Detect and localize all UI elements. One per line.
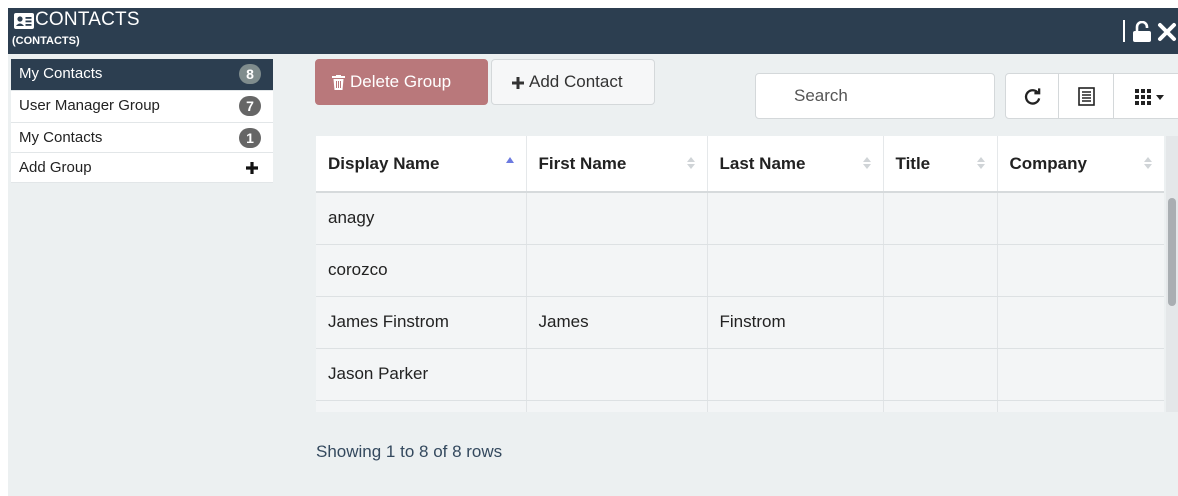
unlock-icon[interactable] [1132,21,1152,43]
cell-company [997,400,1164,412]
cell-last-name: Finstrom [707,296,884,349]
delete-group-label: Delete Group [350,72,452,91]
contacts-window: CONTACTS (CONTACTS) My Contacts 8 User M… [8,8,1178,496]
cell-company [997,296,1164,349]
toggle-view-button[interactable] [1058,73,1114,119]
table-row[interactable]: corozco [316,244,1164,297]
column-header-label: First Name [538,153,627,173]
column-header-company[interactable]: Company [997,136,1164,193]
cell-display-name: Jason Parker [316,348,527,401]
column-header-label: Title [895,153,931,173]
close-icon[interactable] [1157,22,1177,42]
cell-first-name [526,192,708,245]
cell-company [997,348,1164,401]
group-label: User Manager Group [19,97,160,114]
cell-title [883,296,998,349]
group-count-badge: 7 [239,96,261,116]
cell-last-name [707,192,884,245]
group-count-badge: 1 [239,128,261,148]
group-label: My Contacts [19,65,103,82]
title-divider [1123,20,1125,42]
table-row[interactable]: James Finstrom James Finstrom [316,296,1164,349]
columns-dropdown-button[interactable] [1113,73,1178,119]
cell-company [997,244,1164,297]
sidebar-group-my-contacts-2[interactable]: My Contacts 1 [11,123,273,153]
cell-company [997,192,1164,245]
sort-both-icon [862,157,871,169]
cell-last-name [707,348,884,401]
table-scrollbar[interactable] [1166,136,1178,412]
cell-display-name: corozco [316,244,527,297]
table-row[interactable]: anagy [316,192,1164,245]
group-sidebar: My Contacts 8 User Manager Group 7 My Co… [11,59,273,183]
table-header-row: Display Name First Name Last Name Title … [316,136,1164,193]
group-count-badge: 8 [239,64,261,84]
list-view-icon [1078,87,1095,106]
refresh-icon [1024,88,1041,105]
cell-title [883,192,998,245]
cell-display-name [316,400,527,412]
cell-last-name [707,400,884,412]
column-header-label: Company [1009,153,1087,173]
contacts-table: Display Name First Name Last Name Title … [316,136,1164,412]
grid-columns-icon [1135,89,1151,105]
table-row[interactable]: Jason Parker [316,348,1164,401]
window-title: CONTACTS [35,9,140,30]
sidebar-add-group[interactable]: Add Group [11,153,273,183]
cell-first-name [526,400,708,412]
column-header-first-name[interactable]: First Name [526,136,708,193]
plus-icon [512,77,524,89]
cell-title [883,400,998,412]
add-contact-button[interactable]: Add Contact [491,59,655,105]
refresh-button[interactable] [1005,73,1059,119]
add-contact-label: Add Contact [529,72,623,91]
group-label: Add Group [19,159,92,176]
cell-title [883,244,998,297]
column-header-label: Display Name [328,153,440,173]
sort-both-icon [1143,157,1152,169]
search-input[interactable] [755,73,995,119]
plus-icon [246,162,258,174]
cell-display-name: James Finstrom [316,296,527,349]
sort-both-icon [686,157,695,169]
scrollbar-thumb[interactable] [1168,198,1176,306]
sort-ascending-icon [505,157,514,163]
window-subtitle: (CONTACTS) [12,35,80,47]
cell-display-name: anagy [316,192,527,245]
column-header-label: Last Name [719,153,806,173]
delete-group-button[interactable]: Delete Group [315,59,488,105]
address-card-icon [14,13,34,29]
trash-icon [332,75,345,90]
cell-title [883,348,998,401]
sort-both-icon [976,157,985,169]
chevron-down-icon [1156,95,1164,100]
column-header-display-name[interactable]: Display Name [316,136,527,193]
cell-first-name: James [526,296,708,349]
sidebar-group-user-manager[interactable]: User Manager Group 7 [11,91,273,123]
cell-first-name [526,244,708,297]
pagination-summary: Showing 1 to 8 of 8 rows [316,442,503,461]
cell-first-name [526,348,708,401]
cell-last-name [707,244,884,297]
column-header-title[interactable]: Title [883,136,998,193]
group-label: My Contacts [19,129,103,146]
sidebar-group-my-contacts[interactable]: My Contacts 8 [11,59,273,91]
table-row[interactable] [316,400,1164,412]
column-header-last-name[interactable]: Last Name [707,136,884,193]
title-bar: CONTACTS (CONTACTS) [8,8,1178,54]
